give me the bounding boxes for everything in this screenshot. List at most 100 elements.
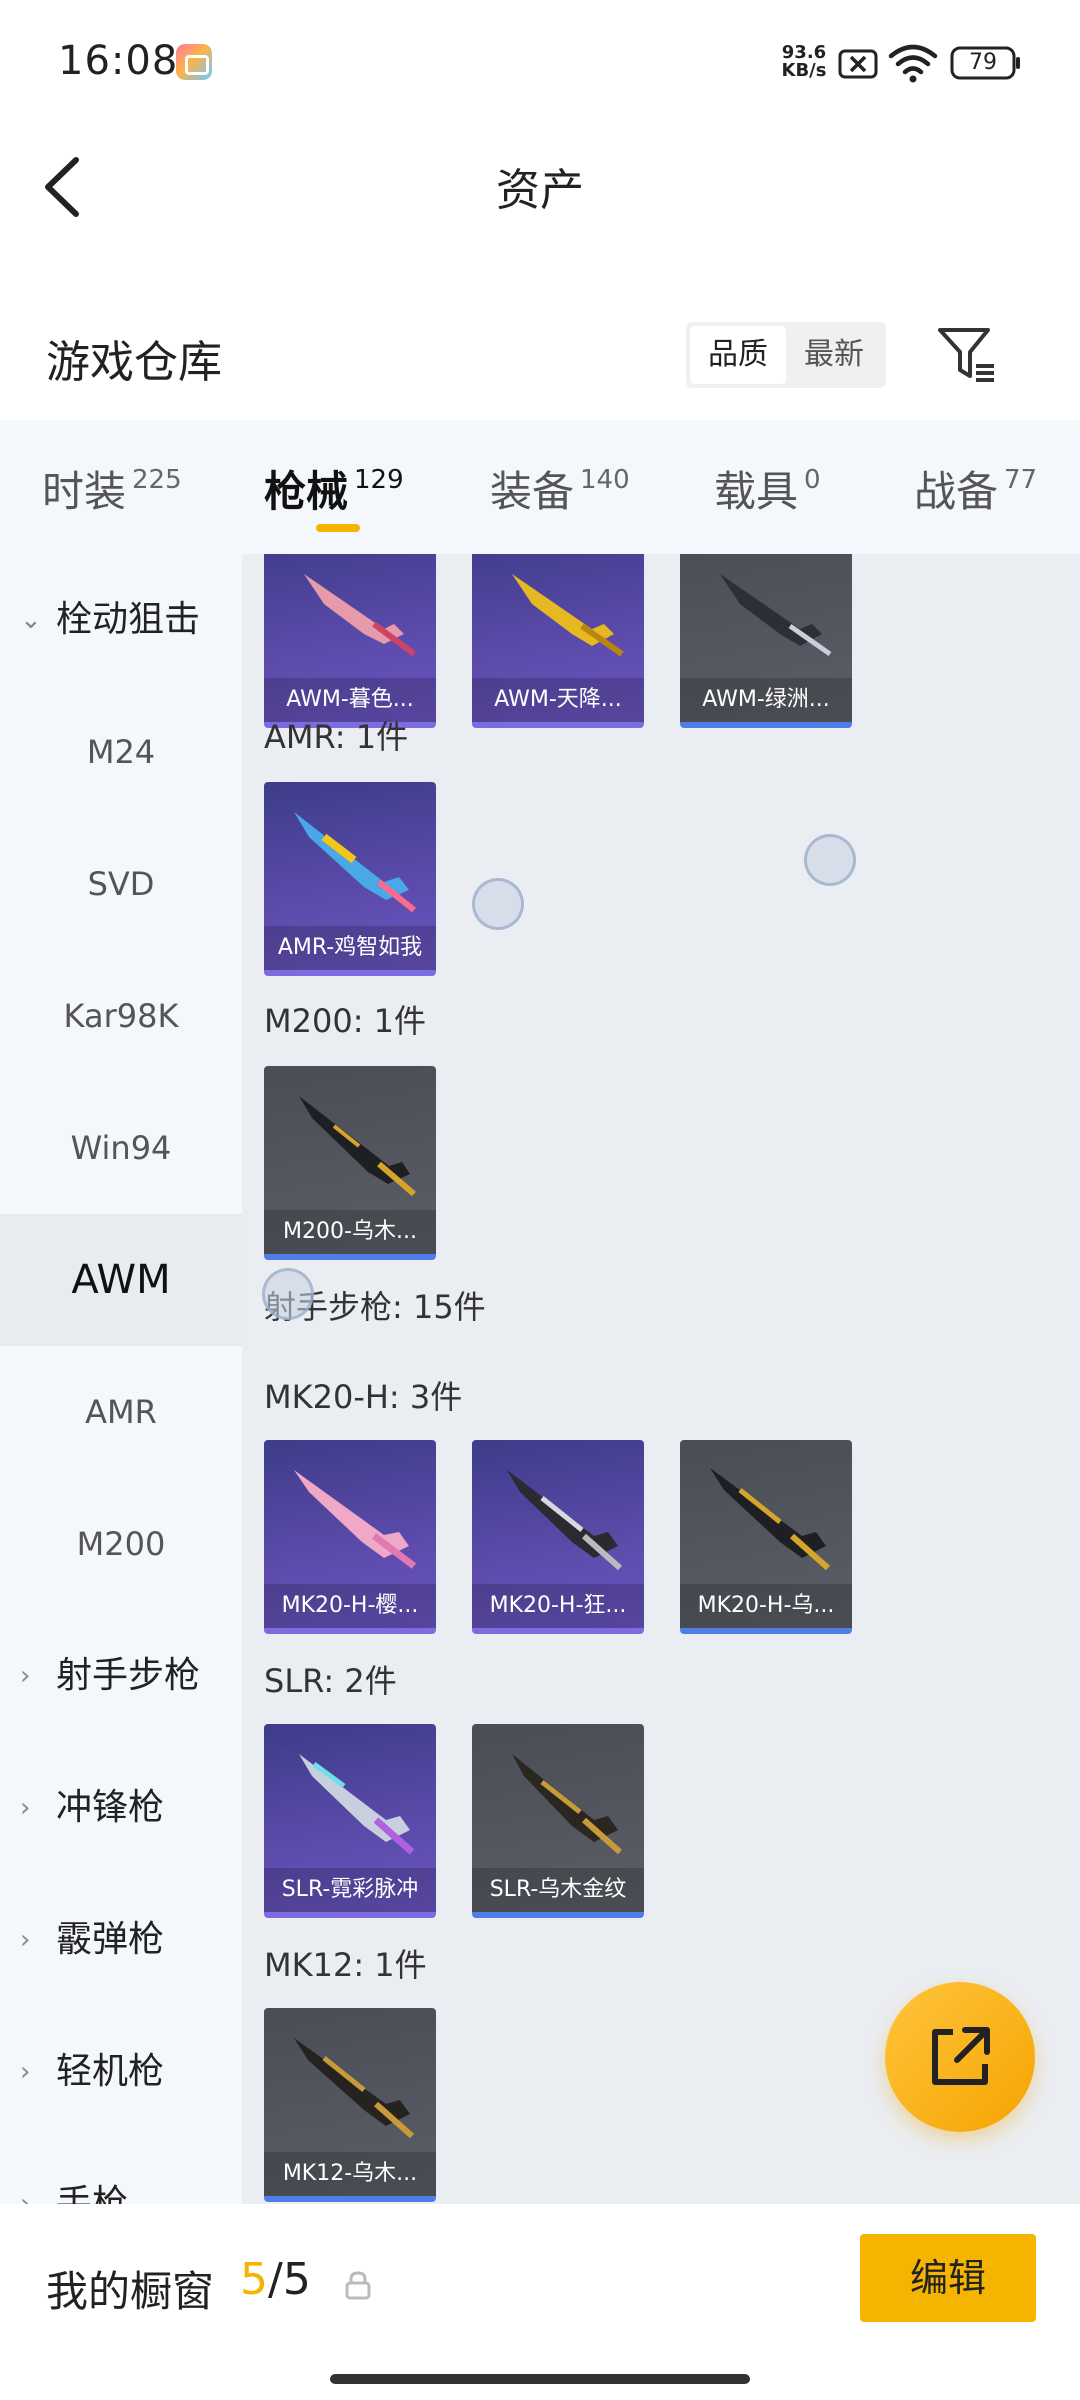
tab-guns[interactable]: 枪械 129 xyxy=(264,458,404,519)
weapon-card-label: MK20-H-狂... xyxy=(472,1584,644,1628)
weapon-card-label: AWM-绿洲... xyxy=(680,678,852,722)
share-fab-button[interactable] xyxy=(885,1982,1035,2132)
active-tab-indicator xyxy=(316,524,360,532)
sidebar-group-label: 霰弹枪 xyxy=(56,1919,165,1960)
tab-guns-label: 枪械 xyxy=(264,467,349,516)
sidebar-group-marksman[interactable]: › 射手步枪 xyxy=(0,1610,242,1742)
rifle-icon xyxy=(720,574,832,657)
weapon-card-label: AMR-鸡智如我 xyxy=(264,926,436,970)
status-time: 16:08 xyxy=(58,38,179,84)
rifle-icon xyxy=(512,574,624,657)
weapon-card[interactable]: AWM-绿洲... xyxy=(680,554,852,728)
showcase-label: 我的橱窗 xyxy=(46,2267,215,2316)
sidebar-item-m24[interactable]: M24 xyxy=(0,686,242,818)
sidebar-group-label: 轻机枪 xyxy=(56,2051,165,2092)
weapon-card-label: MK20-H-樱... xyxy=(264,1584,436,1628)
filter-icon[interactable] xyxy=(934,322,998,386)
chevron-right-icon: › xyxy=(20,2057,31,2087)
rifle-icon xyxy=(294,812,416,913)
category-tabs: 时装 225 枪械 129 装备 140 载具 0 战备 77 xyxy=(0,420,1080,554)
sidebar-group-pistol[interactable]: › 手枪 xyxy=(0,2138,242,2204)
tab-equipment[interactable]: 装备 140 xyxy=(490,458,630,519)
chevron-right-icon: › xyxy=(20,2189,31,2204)
sidebar-item-win94[interactable]: Win94 xyxy=(0,1082,242,1214)
tab-equipment-count: 140 xyxy=(580,465,630,495)
sidebar-group-lmg[interactable]: › 轻机枪 xyxy=(0,2006,242,2138)
status-bar: 16:08 93.6 KB/s 79 xyxy=(0,0,1080,130)
external-link-icon xyxy=(932,2027,990,2085)
sidebar-group-label: 栓动狙击 xyxy=(56,599,201,640)
weapon-list: AWM-暮色... AWM-天降... AWM-绿洲... AMR: 1件 AM… xyxy=(242,554,1080,2204)
touch-indicator xyxy=(472,878,524,930)
weapon-card[interactable]: MK20-H-樱... xyxy=(264,1440,436,1634)
weapon-card[interactable]: MK20-H-乌... xyxy=(680,1440,852,1634)
sort-toggle: 品质 最新 xyxy=(686,322,886,388)
weapon-card[interactable]: MK12-乌木... xyxy=(264,2008,436,2202)
tab-vehicles-label: 载具 xyxy=(714,467,799,516)
weapon-card[interactable]: SLR-乌木金纹 xyxy=(472,1724,644,1918)
weapon-card[interactable]: SLR-霓彩脉冲 xyxy=(264,1724,436,1918)
sidebar-item-awm[interactable]: AWM xyxy=(0,1214,242,1346)
weapon-card-label: MK20-H-乌... xyxy=(680,1584,852,1628)
rifle-icon xyxy=(304,574,416,657)
sidebar-group-shotgun[interactable]: › 霰弹枪 xyxy=(0,1874,242,2006)
rifle-icon xyxy=(294,1470,417,1569)
home-indicator[interactable] xyxy=(330,2374,750,2384)
warehouse-title: 游戏仓库 xyxy=(46,337,222,388)
page-title: 资产 xyxy=(496,165,584,216)
battery-level: 79 xyxy=(969,50,997,75)
rifle-icon xyxy=(507,1470,622,1571)
section-heading-amr: AMR: 1件 xyxy=(264,718,409,756)
showcase-count-current: 5 xyxy=(240,2254,268,2305)
sidebar-group-label: 冲锋枪 xyxy=(56,1787,165,1828)
tab-guns-count: 129 xyxy=(354,465,404,495)
tab-vehicles[interactable]: 载具 0 xyxy=(714,458,821,519)
weapon-card-label: MK12-乌木... xyxy=(264,2152,436,2196)
chevron-right-icon: › xyxy=(20,1925,31,1955)
touch-indicator xyxy=(262,1268,314,1320)
section-heading-mk20h: MK20-H: 3件 xyxy=(264,1378,463,1416)
network-speed: 93.6 KB/s xyxy=(776,44,832,80)
touch-indicator xyxy=(804,834,856,886)
edit-button[interactable]: 编辑 xyxy=(860,2234,1036,2322)
gallery-app-icon xyxy=(176,44,212,80)
sim-off-icon xyxy=(838,49,878,79)
sidebar-item-m200[interactable]: M200 xyxy=(0,1478,242,1610)
rifle-icon xyxy=(294,2038,414,2139)
sidebar-group-bolt-sniper[interactable]: ⌄ 栓动狙击 xyxy=(0,554,242,686)
weapon-card[interactable]: AMR-鸡智如我 xyxy=(264,782,436,976)
sidebar-item-svd[interactable]: SVD xyxy=(0,818,242,950)
sidebar-group-smg[interactable]: › 冲锋枪 xyxy=(0,1742,242,1874)
rifle-icon xyxy=(299,1754,415,1855)
weapon-type-sidebar: ⌄ 栓动狙击 M24 SVD Kar98K Win94 AWM AMR M200… xyxy=(0,554,242,2204)
chevron-right-icon: › xyxy=(20,1661,31,1691)
lock-icon xyxy=(345,2271,371,2300)
sort-by-newest-button[interactable]: 最新 xyxy=(786,326,882,384)
section-heading-mk12: MK12: 1件 xyxy=(264,1946,427,1984)
rifle-icon xyxy=(710,1468,830,1571)
wifi-icon xyxy=(888,44,938,83)
chevron-down-icon: ⌄ xyxy=(20,605,42,635)
section-heading-slr: SLR: 2件 xyxy=(264,1662,397,1700)
tab-supplies[interactable]: 战备 77 xyxy=(914,458,1037,519)
weapon-card-label: SLR-乌木金纹 xyxy=(472,1868,644,1912)
showcase-bar: 我的橱窗 5/5 编辑 xyxy=(0,2204,1080,2400)
showcase-count: 5/5 xyxy=(240,2254,311,2305)
sort-by-quality-button[interactable]: 品质 xyxy=(690,326,786,384)
weapon-card[interactable]: M200-乌木... xyxy=(264,1066,436,1260)
weapon-card-label: AWM-天降... xyxy=(472,678,644,722)
section-heading-m200: M200: 1件 xyxy=(264,1002,427,1040)
tab-vehicles-count: 0 xyxy=(804,465,821,495)
network-speed-unit: KB/s xyxy=(781,60,827,81)
sidebar-item-amr[interactable]: AMR xyxy=(0,1346,242,1478)
sidebar-group-label: 射手步枪 xyxy=(56,1655,201,1696)
weapon-card[interactable]: AWM-天降... xyxy=(472,554,644,728)
rifle-icon xyxy=(299,1096,416,1197)
weapon-card-label: M200-乌木... xyxy=(264,1210,436,1254)
sidebar-group-label: 手枪 xyxy=(56,2183,129,2204)
weapon-card[interactable]: AWM-暮色... xyxy=(264,554,436,728)
tab-fashion[interactable]: 时装 225 xyxy=(42,458,182,519)
tab-equipment-label: 装备 xyxy=(490,467,575,516)
weapon-card[interactable]: MK20-H-狂... xyxy=(472,1440,644,1634)
sidebar-item-kar98k[interactable]: Kar98K xyxy=(0,950,242,1082)
